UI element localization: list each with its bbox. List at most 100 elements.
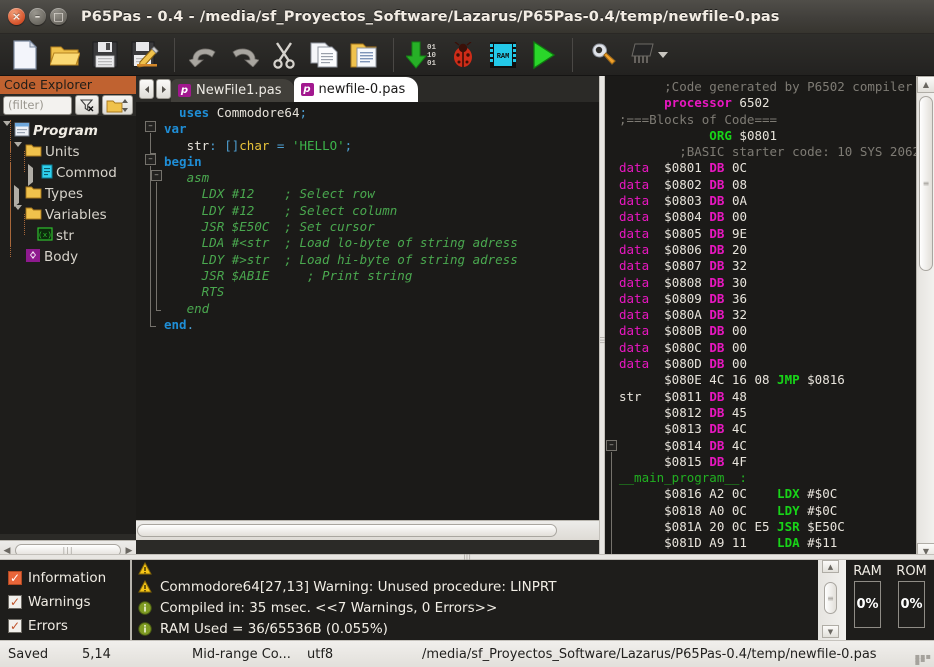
filter-errors[interactable]: ✓ Errors xyxy=(8,614,130,638)
tree-item-types[interactable]: Types xyxy=(0,162,136,207)
tree-label: Program xyxy=(33,122,98,139)
save-file-button[interactable] xyxy=(85,35,125,75)
message-vertical-scrollbar[interactable]: ▲ ≡ ▼ xyxy=(818,560,846,640)
tree-label: Body xyxy=(44,248,79,265)
filter-label: Warnings xyxy=(28,594,91,610)
maximize-window-button[interactable]: □ xyxy=(50,8,67,25)
message-row-ram[interactable]: RAM Used = 36/65536B (0.055%) xyxy=(132,618,818,639)
scroll-thumb[interactable]: ≡ xyxy=(824,582,837,614)
tab-prev-button[interactable] xyxy=(139,79,154,99)
scroll-up-icon[interactable]: ▲ xyxy=(822,560,839,573)
save-as-button[interactable] xyxy=(125,35,165,75)
assembly-vertical-scrollbar[interactable]: ▲ ≡ ▼ xyxy=(916,76,934,560)
expander-down-icon[interactable] xyxy=(14,205,23,224)
redo-button[interactable] xyxy=(224,35,264,75)
undo-button[interactable] xyxy=(184,35,224,75)
copy-button[interactable] xyxy=(304,35,344,75)
tree-item-units[interactable]: Units xyxy=(0,120,136,162)
clear-filter-button[interactable] xyxy=(75,95,99,115)
application-window: × – □ P65Pas - 0.4 - /media/sf_Proyectos… xyxy=(0,0,934,667)
tree-item-commodore64[interactable]: Commod xyxy=(0,141,136,186)
rom-meter-bar: 0% xyxy=(898,581,926,628)
debug-button[interactable] xyxy=(443,35,483,75)
checkbox-errors[interactable]: ✓ xyxy=(8,619,22,633)
fold-toggle-main-program[interactable]: – xyxy=(606,440,617,451)
tab-next-button[interactable] xyxy=(156,79,171,99)
scroll-down-icon[interactable]: ▼ xyxy=(822,625,839,638)
toolbar-separator xyxy=(393,37,394,72)
info-icon xyxy=(138,600,152,615)
editor-gutter xyxy=(136,102,143,540)
filter-input[interactable]: (filter) xyxy=(3,95,72,115)
tree-label: Commod xyxy=(56,164,117,181)
folder-options-button[interactable] xyxy=(102,95,133,115)
code-editor[interactable]: – – – uses Commodore64; var str: []char … xyxy=(136,102,603,540)
status-encoding: utf8 xyxy=(307,646,334,662)
close-window-button[interactable]: × xyxy=(8,8,25,25)
fold-toggle-asm[interactable]: – xyxy=(151,170,162,181)
filter-warnings[interactable]: ✓ Warnings xyxy=(8,590,130,614)
compile-button[interactable]: 01 10 01 xyxy=(403,35,443,75)
assembly-output-body[interactable]: – ;Code generated by P6502 compiler proc… xyxy=(605,76,916,560)
funnel-clear-icon xyxy=(79,99,93,112)
checkbox-information[interactable]: ✓ xyxy=(8,571,22,585)
resize-grip-icon[interactable]: ▪▪▪ ▪▪ ▪ xyxy=(915,653,931,667)
tree-item-body[interactable]: Body xyxy=(0,225,136,267)
paste-button[interactable] xyxy=(344,35,384,75)
play-run-icon xyxy=(533,40,556,69)
tree-label: Types xyxy=(45,185,84,202)
tree-item-program[interactable]: Program xyxy=(0,120,136,141)
floppy-save-icon xyxy=(92,41,118,68)
status-bar: Saved 5,14 Mid-range Co... utf8 /media/s… xyxy=(0,640,934,667)
message-list[interactable]: Commodore64[27,13] Warning: Unused proce… xyxy=(130,560,818,640)
svg-text:(x): (x) xyxy=(38,232,52,240)
tree-guide-line xyxy=(24,214,25,235)
checkbox-warnings[interactable]: ✓ xyxy=(8,595,22,609)
tools-button[interactable] xyxy=(582,35,622,75)
tree-item-variables[interactable]: Variables xyxy=(0,183,136,225)
unit-icon xyxy=(41,164,53,182)
cut-button[interactable] xyxy=(264,35,304,75)
ram-explorer-button[interactable]: RAM xyxy=(483,35,523,75)
tab-newfile-0[interactable]: p newfile-0.pas xyxy=(293,77,419,102)
fold-toggle-var[interactable]: – xyxy=(145,121,156,132)
tree-item-str[interactable]: (x) str xyxy=(0,204,136,246)
svg-text:01: 01 xyxy=(427,60,437,68)
minimize-window-button[interactable]: – xyxy=(29,8,46,25)
editor-horizontal-scrollbar[interactable] xyxy=(136,520,603,540)
code-text[interactable]: uses Commodore64; var str: []char = 'HEL… xyxy=(160,102,603,540)
expander-right-icon[interactable] xyxy=(28,164,37,186)
expander-down-icon[interactable] xyxy=(14,142,23,161)
scroll-thumb[interactable]: ≡ xyxy=(919,96,933,271)
message-text: RAM Used = 36/65536B (0.055%) xyxy=(160,620,388,637)
assembly-output-panel: – ;Code generated by P6502 compiler proc… xyxy=(605,76,934,560)
program-icon xyxy=(14,122,30,140)
message-row-warning[interactable]: Commodore64[27,13] Warning: Unused proce… xyxy=(132,576,818,597)
scroll-thumb[interactable] xyxy=(137,524,557,537)
folder-icon xyxy=(25,185,42,202)
paste-icon xyxy=(350,43,377,68)
variable-icon: (x) xyxy=(37,227,53,244)
assembly-code-text[interactable]: ;Code generated by P6502 compiler proces… xyxy=(619,76,916,560)
device-button[interactable] xyxy=(622,35,662,75)
message-row-compiled[interactable]: Compiled in: 35 msec. <<7 Warnings, 0 Er… xyxy=(132,597,818,618)
compile-download-icon: 011001 xyxy=(406,41,437,69)
ladybug-debug-icon xyxy=(454,41,472,67)
tab-newfile1[interactable]: p NewFile1.pas xyxy=(171,79,295,102)
expander-right-icon[interactable] xyxy=(14,185,23,207)
toolbar-group-tools xyxy=(577,34,673,76)
ram-meter-value: 0% xyxy=(856,597,879,612)
editor-fold-column[interactable]: – – – xyxy=(143,102,162,540)
filter-information[interactable]: ✓ Information xyxy=(8,566,130,590)
rom-meter-label: ROM xyxy=(896,564,927,579)
status-file-path: /media/sf_Proyectos_Software/Lazarus/P65… xyxy=(422,646,877,662)
run-button[interactable] xyxy=(523,35,563,75)
open-file-button[interactable] xyxy=(45,35,85,75)
new-file-icon xyxy=(13,39,38,70)
fold-toggle-begin[interactable]: – xyxy=(145,154,156,165)
new-file-button[interactable] xyxy=(5,35,45,75)
code-explorer-tree[interactable]: Program Units Commod Types Variables (x)… xyxy=(0,116,136,534)
status-device: Mid-range Co... xyxy=(192,646,291,662)
scroll-up-icon[interactable]: ▲ xyxy=(917,76,934,93)
asm-fold-column[interactable]: – xyxy=(605,76,619,560)
